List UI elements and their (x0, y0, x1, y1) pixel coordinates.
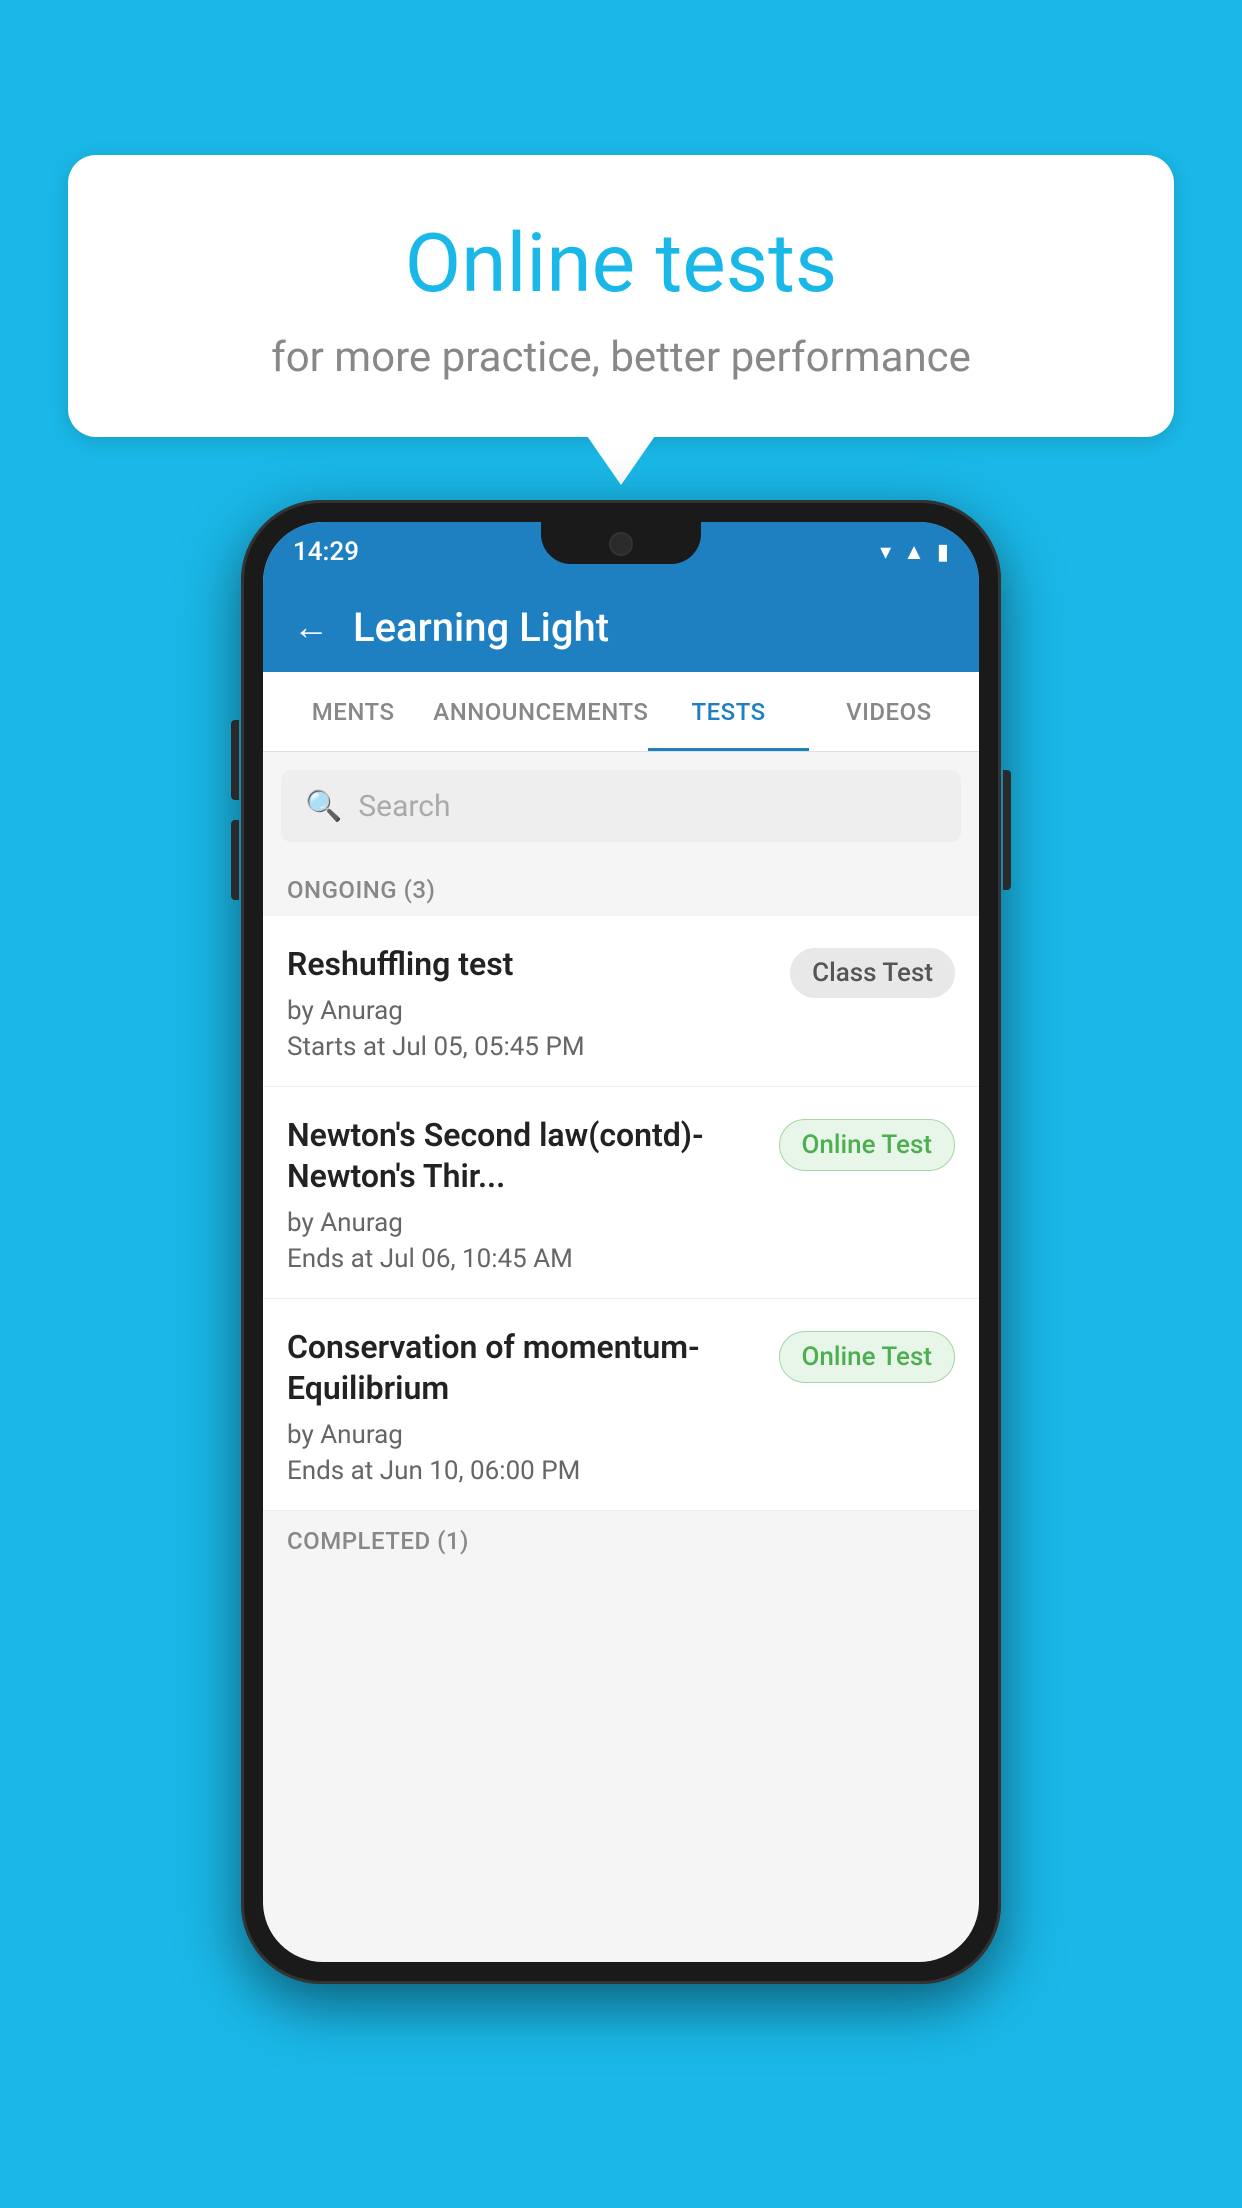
tab-ments[interactable]: MENTS (273, 672, 433, 751)
test-item-newton[interactable]: Newton's Second law(contd)-Newton's Thir… (263, 1087, 979, 1299)
test-time-newton: Ends at Jul 06, 10:45 AM (287, 1244, 763, 1274)
search-bar[interactable]: 🔍 Search (281, 770, 961, 842)
phone-notch (541, 522, 701, 564)
test-author-reshuffling: by Anurag (287, 996, 774, 1026)
wifi-icon: ▾ (880, 540, 891, 565)
badge-class-test-reshuffling: Class Test (790, 948, 955, 998)
front-camera (609, 532, 633, 556)
tab-videos[interactable]: VIDEOS (809, 672, 969, 751)
test-author-newton: by Anurag (287, 1208, 763, 1238)
test-title-conservation: Conservation of momentum-Equilibrium (287, 1327, 763, 1410)
search-icon: 🔍 (305, 789, 342, 824)
signal-icon: ▲ (903, 539, 925, 565)
app-header: ← Learning Light (263, 582, 979, 672)
completed-section-header: COMPLETED (1) (263, 1511, 979, 1567)
test-info-newton: Newton's Second law(contd)-Newton's Thir… (287, 1115, 763, 1274)
test-item-conservation[interactable]: Conservation of momentum-Equilibrium by … (263, 1299, 979, 1511)
phone-outer: 14:29 ▾ ▲ ▮ ← Learning Light MENTS ANNOU… (241, 500, 1001, 1984)
volume-down-button (231, 820, 239, 900)
test-time-conservation: Ends at Jun 10, 06:00 PM (287, 1456, 763, 1486)
speech-bubble: Online tests for more practice, better p… (68, 155, 1174, 437)
test-list: Reshuffling test by Anurag Starts at Jul… (263, 916, 979, 1511)
badge-online-test-newton: Online Test (779, 1119, 956, 1171)
back-button[interactable]: ← (293, 606, 329, 648)
app-title: Learning Light (353, 604, 609, 651)
search-input[interactable]: Search (358, 789, 450, 824)
battery-icon: ▮ (937, 540, 949, 565)
status-time: 14:29 (293, 537, 359, 567)
test-info-reshuffling: Reshuffling test by Anurag Starts at Jul… (287, 944, 774, 1062)
tab-announcements[interactable]: ANNOUNCEMENTS (433, 672, 648, 751)
phone-wrapper: 14:29 ▾ ▲ ▮ ← Learning Light MENTS ANNOU… (241, 500, 1001, 1984)
tabs-bar: MENTS ANNOUNCEMENTS TESTS VIDEOS (263, 672, 979, 752)
ongoing-section-header: ONGOING (3) (263, 860, 979, 916)
test-author-conservation: by Anurag (287, 1420, 763, 1450)
test-time-reshuffling: Starts at Jul 05, 05:45 PM (287, 1032, 774, 1062)
power-button (1003, 770, 1011, 890)
test-item-reshuffling[interactable]: Reshuffling test by Anurag Starts at Jul… (263, 916, 979, 1087)
phone-screen: 14:29 ▾ ▲ ▮ ← Learning Light MENTS ANNOU… (263, 522, 979, 1962)
tab-tests[interactable]: TESTS (648, 672, 808, 751)
test-info-conservation: Conservation of momentum-Equilibrium by … (287, 1327, 763, 1486)
badge-online-test-conservation: Online Test (779, 1331, 956, 1383)
test-title-newton: Newton's Second law(contd)-Newton's Thir… (287, 1115, 763, 1198)
volume-up-button (231, 720, 239, 800)
bubble-subtitle: for more practice, better performance (118, 333, 1124, 382)
status-icons: ▾ ▲ ▮ (880, 539, 949, 565)
test-title-reshuffling: Reshuffling test (287, 944, 774, 986)
bubble-title: Online tests (118, 215, 1124, 313)
